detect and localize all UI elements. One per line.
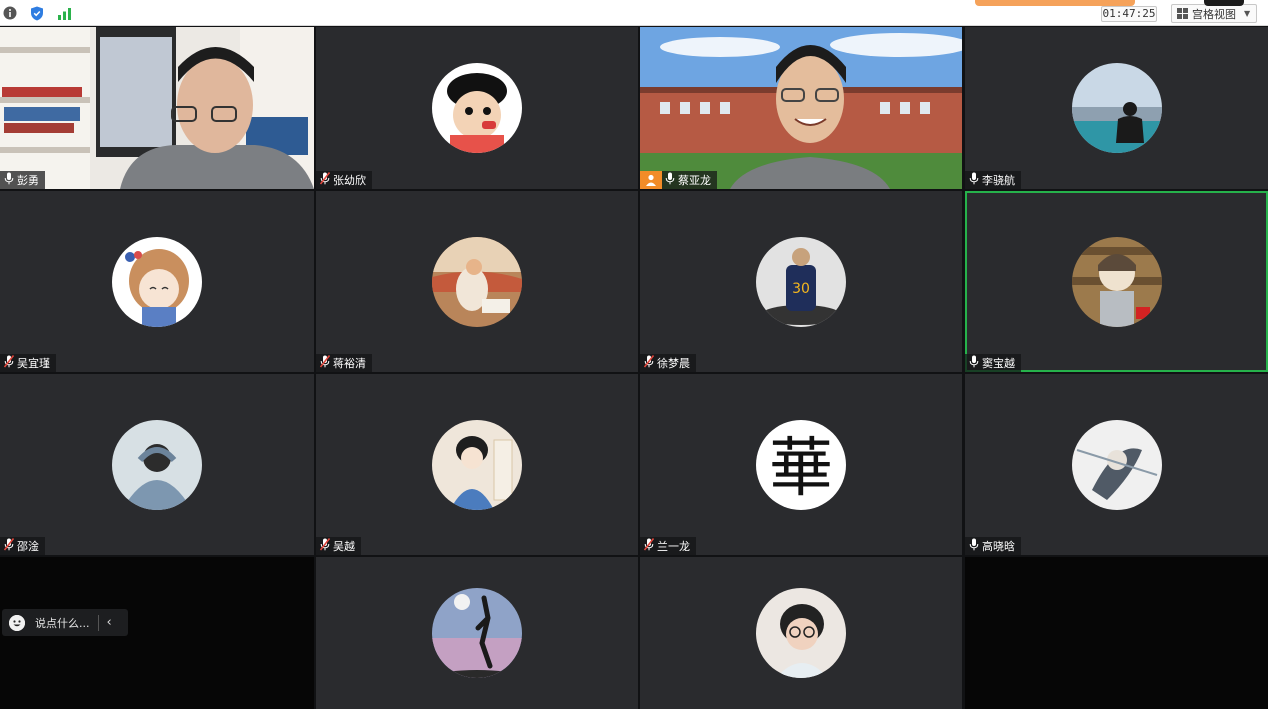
participant-avatar [756,588,846,678]
participant-tile[interactable] [640,557,962,709]
mic-muted-icon [4,355,14,371]
participant-tile[interactable]: 蒋裕清 [316,191,638,372]
participant-nametag: 兰一龙 [640,537,696,555]
meeting-timer: 01:47:25 [1101,6,1157,22]
participant-tile[interactable]: 窦宝越 [965,191,1268,372]
mic-icon [969,538,979,554]
svg-text:華: 華 [769,432,833,506]
participant-tile[interactable]: 高晓晗 [965,374,1268,555]
mic-icon [969,172,979,188]
participant-nametag: 彭勇 [0,171,45,189]
participant-name: 蔡亚龙 [678,174,711,187]
participant-nametag: 蒋裕清 [316,354,372,372]
chevron-left-icon[interactable]: ‹ [107,615,112,630]
mic-icon [969,355,979,371]
mic-muted-icon [320,172,330,188]
participant-name: 兰一龙 [657,540,690,553]
participant-avatar: 華 [756,419,846,510]
view-mode-label: 宫格视图 [1192,7,1236,21]
chat-divider [97,614,99,631]
participant-tile[interactable]: 吴越 [316,374,638,555]
participant-nametag: 蔡亚龙 [640,171,717,189]
view-mode-button[interactable]: 宫格视图 ▼ [1171,4,1257,23]
participant-nametag: 吴越 [316,537,361,555]
mic-muted-icon [320,355,330,371]
participant-name: 窦宝越 [982,357,1015,370]
participant-video [0,27,314,189]
host-icon [640,171,662,189]
participant-nametag: 张幼欣 [316,171,372,189]
participant-name: 高晓晗 [982,540,1015,553]
mic-muted-icon [644,355,654,371]
participant-tile[interactable]: 30 徐梦晨 [640,191,962,372]
participant-tile[interactable]: 彭勇 [0,27,314,189]
participant-name: 张幼欣 [333,174,366,187]
participant-nametag: 邵淦 [0,537,45,555]
participant-name: 彭勇 [17,174,39,187]
participant-avatar [432,419,522,510]
participant-avatar [1071,419,1162,510]
participant-name: 邵淦 [17,540,39,553]
participant-avatar [112,419,202,510]
signal-icon[interactable] [56,5,72,21]
participant-avatar [432,588,522,678]
grid-icon [1177,8,1188,19]
mic-icon [4,172,14,188]
participant-nametag: 吴宜瑾 [0,354,56,372]
participant-tile[interactable]: 李骁航 [965,27,1268,189]
participant-nametag: 徐梦晨 [640,354,696,372]
meeting-toolbar: 01:47:25 宫格视图 ▼ [0,0,1268,26]
participant-tile[interactable]: 華兰一龙 [640,374,962,555]
mic-muted-icon [4,538,14,554]
mic-muted-icon [320,538,330,554]
participant-avatar [432,236,522,327]
participant-tile[interactable] [316,557,638,709]
window-handle [1204,0,1244,6]
chat-input-bar[interactable]: 说点什么... ‹ [2,609,128,636]
participant-video [640,27,962,189]
participant-name: 徐梦晨 [657,357,690,370]
participant-tile[interactable]: 邵淦 [0,374,314,555]
emoji-icon[interactable] [9,614,25,631]
participant-name: 李骁航 [982,174,1015,187]
chat-placeholder[interactable]: 说点什么... [35,615,90,631]
mic-muted-icon [644,538,654,554]
shield-icon[interactable] [29,5,45,21]
participant-tile[interactable]: 张幼欣 [316,27,638,189]
participant-nametag: 高晓晗 [965,537,1021,555]
caret-down-icon: ▼ [1244,9,1251,18]
participant-name: 蒋裕清 [333,357,366,370]
participant-avatar [432,63,522,153]
participant-name: 吴宜瑾 [17,357,50,370]
participant-nametag: 窦宝越 [965,354,1021,372]
participant-tile[interactable]: 吴宜瑾 [0,191,314,372]
participant-avatar [112,236,202,327]
info-icon[interactable] [2,5,18,21]
participant-avatar [1071,236,1162,327]
participant-name: 吴越 [333,540,355,553]
participant-tile[interactable] [965,557,1268,709]
participant-nametag: 李骁航 [965,171,1021,189]
svg-text:30: 30 [792,281,810,297]
mic-icon [665,172,675,188]
participant-avatar: 30 [756,236,846,327]
participant-tile[interactable]: 蔡亚龙 [640,27,962,189]
participant-avatar [1071,63,1162,153]
